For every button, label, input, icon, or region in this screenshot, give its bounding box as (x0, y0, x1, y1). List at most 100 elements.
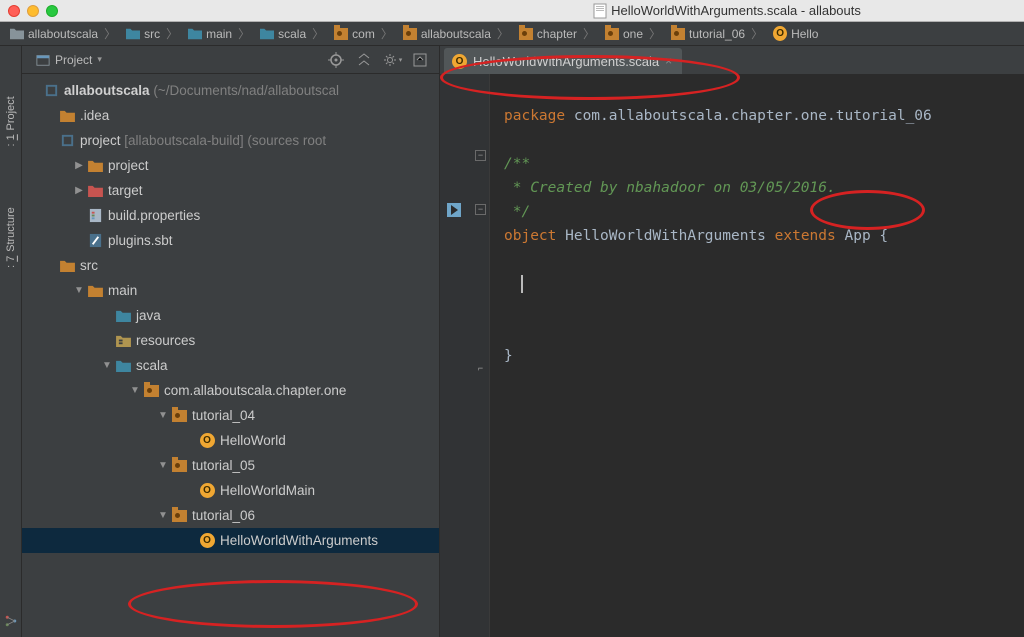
object-icon: O (198, 433, 216, 448)
module-icon (58, 133, 76, 148)
tree-row-helloworld[interactable]: ▶ O HelloWorld (22, 428, 439, 453)
collapse-all-button[interactable] (353, 49, 375, 71)
project-panel-header: Project ▾ ▾ (22, 46, 439, 74)
close-tab-button[interactable]: × (665, 54, 672, 68)
breadcrumb-label: com (352, 27, 375, 41)
tree-row-inner-project[interactable]: ▶ project (22, 153, 439, 178)
breadcrumb-item[interactable]: chapter〉 (515, 25, 601, 42)
tree-row-tutorial05[interactable]: ▼ tutorial_05 (22, 453, 439, 478)
breadcrumb-label: main (206, 27, 232, 41)
fold-toggle-icon[interactable]: − (475, 204, 486, 215)
window-controls (8, 5, 58, 17)
collapse-arrow-icon[interactable]: ▼ (156, 410, 170, 421)
titlebar: HelloWorldWithArguments.scala - allabout… (0, 0, 1024, 22)
project-panel: Project ▾ ▾ ▶ allaboutscala (~/Documents… (22, 46, 440, 637)
folder-icon (58, 259, 76, 272)
tree-row-scala[interactable]: ▼ scala (22, 353, 439, 378)
project-tool-tab[interactable]: : 1 Project (5, 96, 17, 147)
folder-icon (86, 284, 104, 297)
tree-row-helloworldmain[interactable]: ▶ O HelloWorldMain (22, 478, 439, 503)
close-window-button[interactable] (8, 5, 20, 17)
breadcrumb-item[interactable]: one〉 (601, 25, 667, 42)
folder-icon (58, 109, 76, 122)
editor-tab-bar: O HelloWorldWithArguments.scala × (440, 46, 1024, 74)
structure-tool-tab[interactable]: : 7 Structure (5, 207, 17, 268)
code-editor[interactable]: package com.allaboutscala.chapter.one.tu… (490, 74, 1024, 637)
tree-row-project[interactable]: ▶ project [allaboutscala-build] (sources… (22, 128, 439, 153)
tree-row-helloworldwithargs[interactable]: ▶ O HelloWorldWithArguments (22, 528, 439, 553)
breadcrumb-item[interactable]: O Hello (769, 27, 822, 41)
tree-row-package[interactable]: ▼ com.allaboutscala.chapter.one (22, 378, 439, 403)
breadcrumb-bar: allaboutscala〉 src〉 main〉 scala〉 com〉 al… (0, 22, 1024, 46)
breadcrumb-item[interactable]: allaboutscala〉 (6, 25, 122, 42)
structure-icon (5, 615, 17, 627)
package-icon (170, 460, 188, 472)
collapse-arrow-icon[interactable]: ▼ (100, 360, 114, 371)
expand-arrow-icon[interactable]: ▶ (72, 185, 86, 196)
expand-arrow-icon[interactable]: ▶ (72, 160, 86, 171)
tree-row-idea[interactable]: ▶ .idea (22, 103, 439, 128)
editor-area: O HelloWorldWithArguments.scala × − − ⌐ … (440, 46, 1024, 637)
folder-icon (126, 27, 140, 41)
editor-tab[interactable]: O HelloWorldWithArguments.scala × (444, 48, 682, 74)
breadcrumb-label: chapter (537, 27, 577, 41)
tree-row-build-properties[interactable]: ▶ build.properties (22, 203, 439, 228)
object-icon: O (452, 54, 467, 69)
folder-icon (86, 184, 104, 197)
resources-folder-icon (114, 334, 132, 347)
breadcrumb-item[interactable]: main〉 (184, 25, 256, 42)
tree-row-plugins-sbt[interactable]: ▶ plugins.sbt (22, 228, 439, 253)
tree-row-target[interactable]: ▶ target (22, 178, 439, 203)
breadcrumb-label: Hello (791, 27, 818, 41)
breadcrumb-item[interactable]: scala〉 (256, 25, 330, 42)
breadcrumb-item[interactable]: tutorial_06〉 (667, 25, 769, 42)
fold-toggle-icon[interactable]: − (475, 150, 486, 161)
properties-file-icon (86, 208, 104, 223)
tool-window-bar: : 1 Project : 7 Structure (0, 46, 22, 637)
package-icon (170, 510, 188, 522)
package-icon (605, 27, 619, 41)
project-tree[interactable]: ▶ allaboutscala (~/Documents/nad/allabou… (22, 74, 439, 637)
file-icon (593, 3, 607, 19)
sbt-file-icon (86, 233, 104, 248)
breadcrumb-item[interactable]: allaboutscala〉 (399, 25, 515, 42)
breadcrumb-label: src (144, 27, 160, 41)
minimize-window-button[interactable] (27, 5, 39, 17)
object-icon: O (198, 483, 216, 498)
tree-row-tutorial04[interactable]: ▼ tutorial_04 (22, 403, 439, 428)
breadcrumb-label: scala (278, 27, 306, 41)
settings-button[interactable]: ▾ (381, 49, 403, 71)
folder-icon (260, 27, 274, 41)
breadcrumb-label: one (623, 27, 643, 41)
editor-gutter[interactable]: − − ⌐ (440, 74, 490, 637)
breadcrumb-label: allaboutscala (421, 27, 491, 41)
package-icon (142, 385, 160, 397)
hide-button[interactable] (409, 49, 431, 71)
folder-icon (86, 159, 104, 172)
breadcrumb-label: allaboutscala (28, 27, 98, 41)
collapse-arrow-icon[interactable]: ▼ (128, 385, 142, 396)
object-icon: O (198, 533, 216, 548)
tree-row-root[interactable]: ▶ allaboutscala (~/Documents/nad/allabou… (22, 78, 439, 103)
tree-row-main[interactable]: ▼ main (22, 278, 439, 303)
project-view-selector[interactable]: Project ▾ (30, 51, 108, 69)
package-icon (671, 27, 685, 41)
tree-row-resources[interactable]: ▶ resources (22, 328, 439, 353)
breadcrumb-item[interactable]: com〉 (330, 25, 399, 42)
tree-row-tutorial06[interactable]: ▼ tutorial_06 (22, 503, 439, 528)
package-icon (170, 410, 188, 422)
collapse-arrow-icon[interactable]: ▼ (156, 460, 170, 471)
package-icon (519, 27, 533, 41)
run-gutter-icon[interactable] (446, 202, 462, 218)
source-folder-icon (114, 309, 132, 322)
project-icon (36, 53, 50, 67)
tree-row-java[interactable]: ▶ java (22, 303, 439, 328)
collapse-arrow-icon[interactable]: ▼ (72, 285, 86, 296)
tree-row-src[interactable]: ▶ src (22, 253, 439, 278)
locate-button[interactable] (325, 49, 347, 71)
source-folder-icon (114, 359, 132, 372)
breadcrumb-item[interactable]: src〉 (122, 25, 184, 42)
zoom-window-button[interactable] (46, 5, 58, 17)
module-icon (42, 83, 60, 98)
collapse-arrow-icon[interactable]: ▼ (156, 510, 170, 521)
